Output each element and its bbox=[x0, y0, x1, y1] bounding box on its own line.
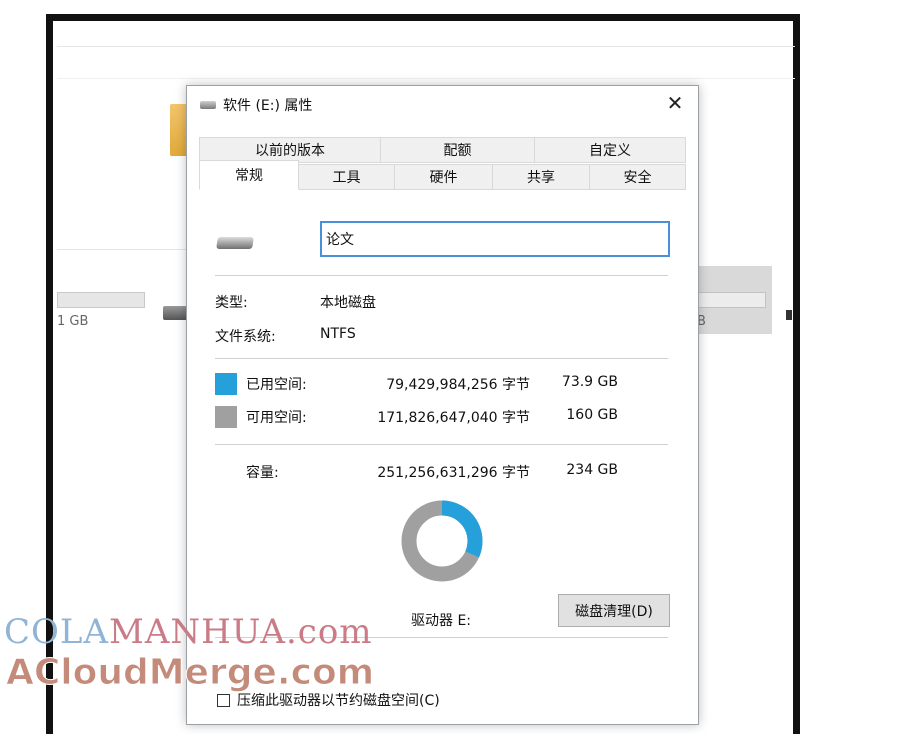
capacity-label: 容量: bbox=[246, 465, 279, 481]
watermark-part: MANHUA bbox=[109, 612, 286, 652]
watermark-colamanhua: COLAMANHUA.com bbox=[4, 612, 373, 652]
drive-title-icon bbox=[200, 101, 216, 109]
compress-checkbox[interactable] bbox=[217, 694, 230, 707]
used-space-bytes: 79,429,984,256 字节 bbox=[386, 377, 530, 393]
type-label: 类型: bbox=[215, 295, 248, 311]
local-disk-icon bbox=[216, 237, 254, 249]
free-space-bytes: 171,826,647,040 字节 bbox=[377, 410, 530, 426]
used-space-label: 已用空间: bbox=[246, 377, 307, 393]
free-space-label: 可用空间: bbox=[246, 410, 307, 426]
type-value: 本地磁盘 bbox=[320, 295, 376, 311]
dialog-title: 软件 (E:) 属性 bbox=[223, 98, 313, 114]
explorer-divider bbox=[57, 78, 795, 79]
disk-usage-donut bbox=[401, 500, 483, 582]
filesystem-label: 文件系统: bbox=[215, 329, 276, 345]
drive-size-label: 1 GB bbox=[57, 314, 89, 329]
tab-customize[interactable]: 自定义 bbox=[535, 137, 686, 163]
free-space-swatch bbox=[215, 406, 237, 428]
capacity-size: 234 GB bbox=[566, 462, 618, 478]
compress-label: 压缩此驱动器以节约磁盘空间(C) bbox=[237, 693, 440, 709]
tab-security[interactable]: 安全 bbox=[590, 164, 686, 190]
explorer-divider bbox=[57, 249, 187, 250]
divider bbox=[215, 275, 668, 276]
drive-icon-fragment bbox=[786, 310, 792, 320]
capacity-bytes: 251,256,631,296 字节 bbox=[377, 465, 530, 481]
divider bbox=[215, 444, 668, 445]
tab-tools[interactable]: 工具 bbox=[299, 164, 395, 190]
drive-usage-bar bbox=[57, 292, 145, 308]
filesystem-value: NTFS bbox=[320, 326, 356, 342]
tab-hardware[interactable]: 硬件 bbox=[395, 164, 493, 190]
disk-cleanup-button[interactable]: 磁盘清理(D) bbox=[558, 594, 670, 627]
watermark-part: .com bbox=[285, 612, 373, 652]
used-space-swatch bbox=[215, 373, 237, 395]
drive-name-input[interactable] bbox=[320, 221, 670, 257]
tab-quota[interactable]: 配额 bbox=[381, 137, 535, 163]
tab-general[interactable]: 常规 bbox=[199, 160, 299, 190]
close-button[interactable]: ✕ bbox=[652, 86, 698, 120]
watermark-part: COLA bbox=[4, 612, 110, 652]
drive-letter-label: 驱动器 E: bbox=[411, 613, 472, 629]
free-space-size: 160 GB bbox=[566, 407, 618, 423]
tab-row-bottom: 常规 工具 硬件 共享 安全 bbox=[199, 160, 686, 190]
used-space-size: 73.9 GB bbox=[561, 374, 618, 390]
drive-usage-bar bbox=[698, 292, 766, 308]
tab-sharing[interactable]: 共享 bbox=[493, 164, 590, 190]
divider bbox=[215, 358, 668, 359]
watermark-acloudmerge: ACloudMerge.com bbox=[5, 652, 375, 694]
explorer-divider bbox=[57, 46, 795, 47]
disk-drive-icon[interactable] bbox=[163, 306, 187, 320]
